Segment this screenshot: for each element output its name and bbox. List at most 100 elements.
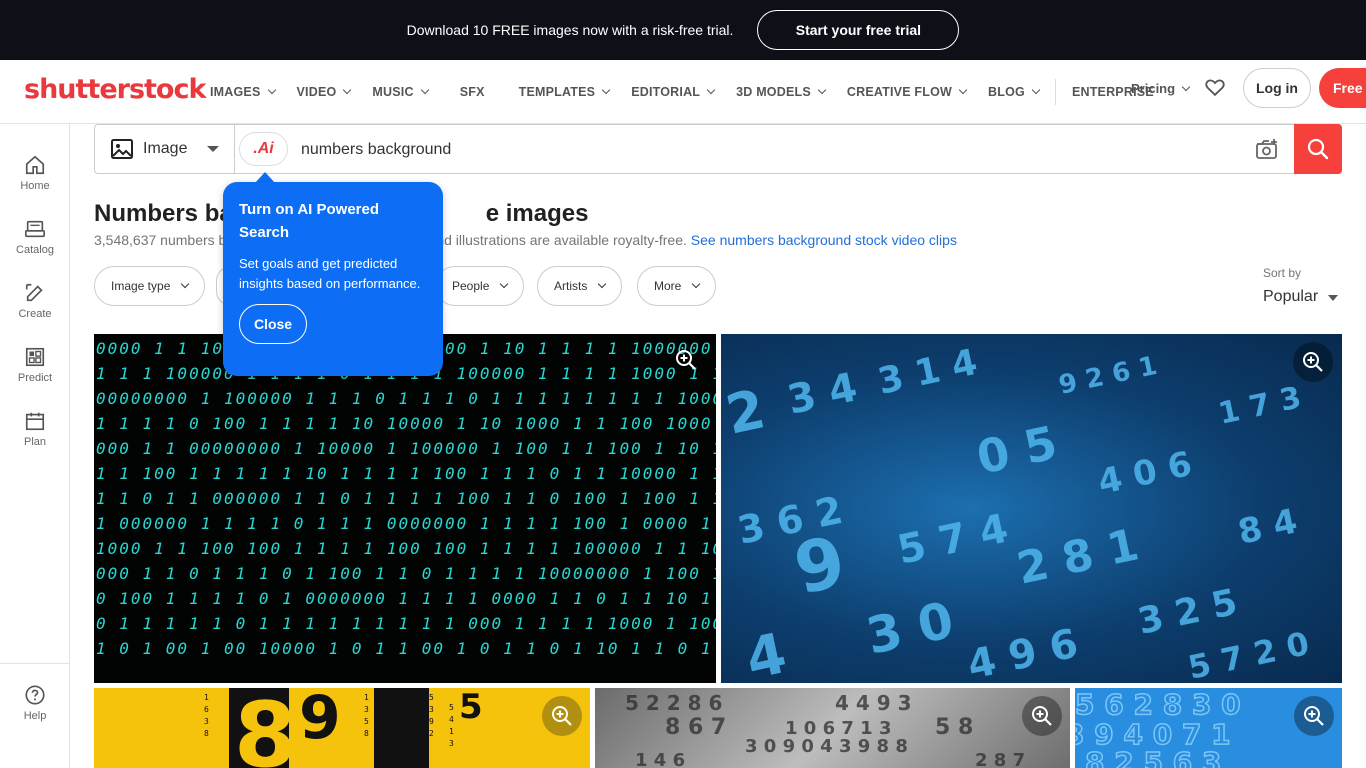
title-left: Numbers ba [94,200,233,227]
chevron-down-icon [706,85,716,95]
predict-icon [25,347,45,367]
caret-down-icon [207,146,219,152]
filter-people[interactable]: People [435,266,525,306]
svg-text:5 7 2 0: 5 7 2 0 [1185,624,1313,683]
image-result-blue-numbers[interactable]: 2 3 4 3 1 4 0 5 3 6 2 9 5 7 4 2 8 1 3 0 … [721,334,1342,683]
pricing-menu[interactable]: Pricing [1131,81,1191,96]
svg-text:8 4: 8 4 [1235,501,1301,552]
tooltip-title: Turn on AI Powered Search [239,201,380,241]
promo-text: Download 10 FREE images now with a risk-… [406,22,734,38]
create-icon [25,283,43,302]
svg-text:8: 8 [204,729,209,738]
svg-text:1: 1 [204,693,209,702]
svg-text:4: 4 [449,715,454,724]
free-trial-button[interactable]: Free t [1319,68,1366,108]
sidebar-item-plan[interactable]: Plan [0,410,70,448]
zoom-button[interactable] [1294,696,1334,736]
sidebar-item-catalog[interactable]: Catalog [0,218,70,256]
zoom-in-icon [1304,706,1324,726]
sort-dropdown[interactable]: Popular [1263,288,1339,306]
svg-text:1: 1 [449,727,454,736]
tooltip-close-button[interactable]: Close [239,304,307,344]
sidebar-item-label: Create [18,308,52,320]
nav-divider [1054,79,1056,105]
image-result-yellow-numbers[interactable]: 8 9 5 1638 1358 5392 5413 [94,688,590,768]
blue-numbers-artwork: 2 3 4 3 1 4 0 5 3 6 2 9 5 7 4 2 8 1 3 0 … [721,342,1313,683]
filter-label: People [452,279,490,293]
sidebar-item-create[interactable]: Create [0,282,70,320]
svg-text:3 1 4: 3 1 4 [874,342,981,403]
svg-text:4 4 9 3: 4 4 9 3 [835,691,912,715]
main-nav: IMAGES VIDEO MUSIC SFX TEMPLATES EDITORI… [210,60,1176,124]
chevron-down-icon [181,279,190,289]
search-button[interactable] [1294,124,1342,174]
svg-text:5: 5 [449,703,454,712]
svg-text:5: 5 [429,693,434,702]
sidebar-item-label: Help [23,710,47,722]
nav-templates[interactable]: TEMPLATES [518,85,611,99]
nav-sfx-label: SFX [459,85,485,99]
search-input[interactable] [301,137,1241,163]
chevron-down-icon [598,279,607,289]
zoom-button[interactable] [1022,696,1062,736]
zoom-in-icon [676,350,696,370]
count-right: nd illustrations are available royalty-f… [436,232,687,248]
nav-music[interactable]: MUSIC [372,85,429,99]
login-button[interactable]: Log in [1243,68,1311,108]
search-type-dropdown[interactable]: Image [95,125,235,173]
zoom-in-icon [552,706,572,726]
ai-search-tooltip: Turn on AI Powered Search Set goals and … [223,182,443,376]
nav-blog-label: BLOG [988,85,1025,99]
nav-creative-flow[interactable]: CREATIVE FLOW [847,85,968,99]
zoom-button[interactable] [1293,342,1333,382]
sidebar-item-predict[interactable]: Predict [0,346,70,384]
catalog-icon [25,220,45,238]
svg-text:1 7 3: 1 7 3 [1215,380,1304,432]
image-result-bright-blue-numbers[interactable]: 5 6 2 8 3 0 3 9 4 0 7 1 8 2 5 6 3 [1075,688,1342,768]
gray-numbers-artwork: 5 2 2 8 6 4 4 9 3 8 6 7 1 0 6 7 1 3 5 8 … [625,691,1025,768]
shutterstock-logo[interactable]: shutterstock [24,74,206,105]
nav-templates-label: TEMPLATES [518,85,596,99]
sidebar-item-label: Catalog [16,244,54,256]
svg-text:3 4: 3 4 [784,364,862,423]
nav-music-label: MUSIC [372,85,414,99]
filter-more[interactable]: More [637,266,717,306]
sidebar-item-label: Predict [17,372,53,384]
svg-text:2 8 1: 2 8 1 [1013,519,1143,594]
nav-video-label: VIDEO [296,85,337,99]
filter-image-type[interactable]: Image type [94,266,206,306]
sidebar-item-help[interactable]: Help [0,684,70,722]
nav-3d-models[interactable]: 3D MODELS [736,85,827,99]
svg-text:5 6 2 8 3 0: 5 6 2 8 3 0 [1075,688,1241,721]
svg-text:3: 3 [204,717,209,726]
svg-text:3 0: 3 0 [861,591,958,666]
image-result-binary-code[interactable]: 0000 1 1 100 0 1 1 1 100 1 1 100 1 10 1 … [94,334,716,683]
chevron-down-icon [500,279,509,289]
chevron-down-icon [601,85,611,95]
filter-artists[interactable]: Artists [537,266,623,306]
svg-text:5 8: 5 8 [935,715,973,740]
nav-editorial[interactable]: EDITORIAL [631,85,716,99]
help-section: Help [0,663,70,768]
svg-text:0 5: 0 5 [972,415,1062,484]
pricing-label: Pricing [1131,81,1176,96]
svg-text:9: 9 [787,520,852,610]
promo-banner: Download 10 FREE images now with a risk-… [0,0,1366,60]
nav-sfx[interactable]: SFX [460,85,485,99]
heart-icon[interactable] [1204,76,1226,98]
zoom-button[interactable] [666,340,706,380]
zoom-in-icon [1303,352,1323,372]
svg-text:2: 2 [429,729,434,738]
image-search-camera-icon[interactable] [1255,138,1279,160]
sidebar-item-home[interactable]: Home [0,154,70,192]
nav-video[interactable]: VIDEO [296,85,352,99]
zoom-button[interactable] [542,696,582,736]
start-free-trial-button[interactable]: Start your free trial [757,10,960,50]
video-clips-link[interactable]: See numbers background stock video clips [691,232,957,248]
svg-text:9 2 6 1: 9 2 6 1 [1056,351,1160,401]
nav-images[interactable]: IMAGES [210,85,276,99]
ai-search-toggle[interactable]: .Ai [239,132,288,166]
svg-text:6: 6 [204,705,209,714]
image-result-gray-numbers[interactable]: 5 2 2 8 6 4 4 9 3 8 6 7 1 0 6 7 1 3 5 8 … [595,688,1070,768]
nav-blog[interactable]: BLOG [988,85,1041,99]
